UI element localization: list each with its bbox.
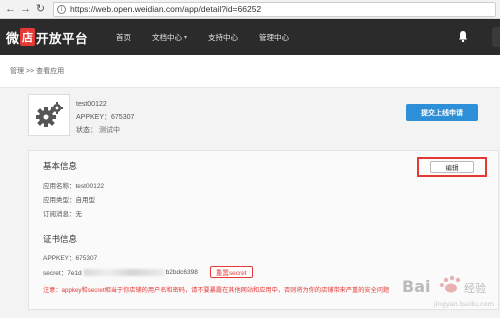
chevron-down-icon: ▾ xyxy=(184,34,188,41)
edit-highlight: 编辑 xyxy=(417,157,487,177)
cert-appkey-row: APPKEY：675307 xyxy=(43,255,98,262)
baidu-jingyan-watermark: Bai 经验 jingyan.baidu.com xyxy=(402,275,494,308)
svg-text:Bai: Bai xyxy=(402,277,430,296)
menu-item-manage[interactable]: 管理中心 xyxy=(259,32,289,43)
app-appkey: APPKEY：675307 xyxy=(76,114,135,121)
menu-item-docs[interactable]: 文档中心 ▾ xyxy=(152,32,187,43)
secret-row: secret：7e1d b2bdc6398 重置secret xyxy=(43,266,253,278)
app-status: 状态： 测试中 xyxy=(76,127,120,134)
logo-badge: 店 xyxy=(20,28,36,46)
bell-icon[interactable] xyxy=(458,30,468,43)
app-type-row: 应用类型：自用型 xyxy=(43,197,95,204)
menu-item-home[interactable]: 首页 xyxy=(116,32,131,43)
info-icon[interactable]: i xyxy=(57,4,66,14)
secret-prefix: secret：7e1d xyxy=(43,270,82,277)
basic-info-title: 基本信息 xyxy=(43,161,78,171)
svg-text:jingyan.baidu.com: jingyan.baidu.com xyxy=(433,300,494,308)
status-value: 测试中 xyxy=(98,127,120,134)
menu-item-support[interactable]: 支持中心 xyxy=(208,32,238,43)
app-name-row: 应用名称：test00122 xyxy=(43,183,105,190)
site-logo[interactable]: 微 店 开放平台 xyxy=(6,28,88,47)
reset-secret-button[interactable]: 重置secret xyxy=(209,266,253,278)
back-arrow-icon[interactable]: ← xyxy=(4,3,17,16)
breadcrumb-text[interactable]: 管理 >> 查看应用 xyxy=(10,66,64,76)
app-name: test00122 xyxy=(76,101,107,108)
forward-arrow-icon[interactable]: → xyxy=(19,3,32,16)
edit-button[interactable]: 编辑 xyxy=(430,161,474,173)
browser-toolbar: ← → ↻ i https://web.open.weidian.com/app… xyxy=(0,0,500,19)
secret-blurred xyxy=(83,268,164,276)
gear-icon xyxy=(36,102,63,127)
app-info: test00122 APPKEY：675307 状态： 测试中 xyxy=(76,98,134,137)
top-navigation: 微 店 开放平台 首页 文档中心 ▾ 支持中心 管理中心 xyxy=(0,19,500,55)
cert-info-title: 证书信息 xyxy=(43,234,78,244)
submit-online-button[interactable]: 提交上线申请 xyxy=(406,104,478,121)
user-menu-edge[interactable] xyxy=(492,27,500,47)
breadcrumb: 管理 >> 查看应用 xyxy=(0,55,500,88)
secret-suffix: b2bdc6398 xyxy=(165,268,198,276)
svg-text:经验: 经验 xyxy=(464,281,486,295)
security-notice: 注意：appkey和secret相当于你店铺的用户名和密码，请不要暴露在其他网站… xyxy=(43,287,390,294)
logo-text: 开放平台 xyxy=(36,31,89,46)
logo-left: 微 xyxy=(6,30,20,46)
app-header: test00122 APPKEY：675307 状态： 测试中 提交上线申请 xyxy=(28,94,478,140)
address-bar[interactable]: i https://web.open.weidian.com/app/detai… xyxy=(53,1,496,17)
url-text: https://web.open.weidian.com/app/detail?… xyxy=(70,4,262,14)
subscription-row: 订阅消息：无 xyxy=(43,211,82,218)
app-icon xyxy=(28,94,70,136)
main-menu: 首页 文档中心 ▾ 支持中心 管理中心 xyxy=(116,32,310,43)
reload-icon[interactable]: ↻ xyxy=(34,3,47,16)
